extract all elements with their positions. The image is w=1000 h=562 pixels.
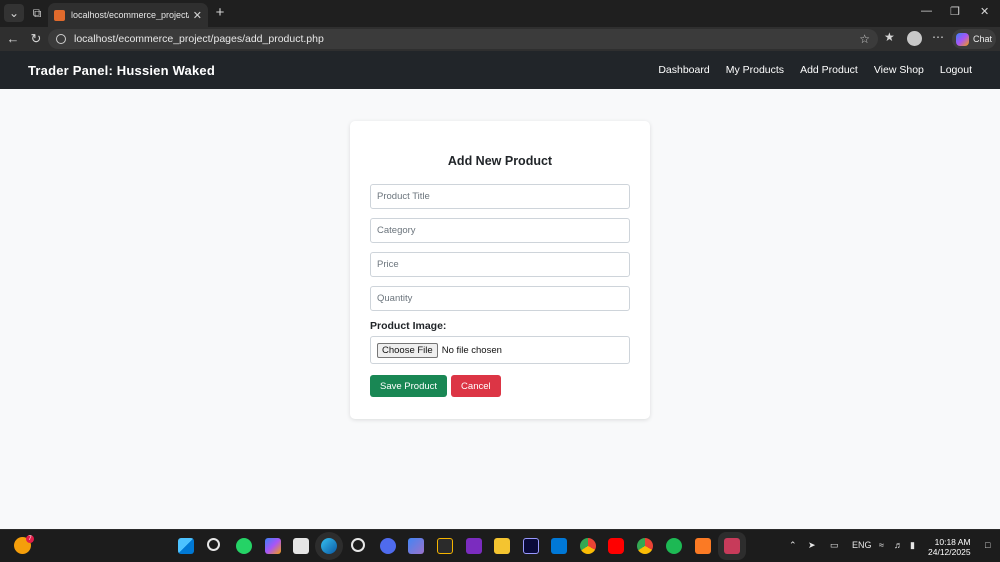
tab-close-icon[interactable]: ✕ (193, 9, 202, 22)
nav-links: Dashboard My Products Add Product View S… (658, 64, 972, 76)
add-product-card: Add New Product Product Image: Choose Fi… (350, 121, 650, 419)
no-file-text: No file chosen (441, 344, 502, 356)
location-icon[interactable]: ➤ (808, 540, 816, 551)
store-icon[interactable] (293, 538, 309, 554)
site-info-icon[interactable] (56, 34, 66, 44)
save-product-button[interactable]: Save Product (370, 375, 448, 397)
tab-actions-menu-icon[interactable]: ⌄ (4, 4, 24, 22)
chrome-icon[interactable] (580, 538, 596, 554)
deepseek-icon[interactable] (380, 538, 396, 554)
product-image-label: Product Image: (370, 320, 447, 332)
app-icon[interactable] (724, 538, 740, 554)
browser-tab-strip: ⌄ ⧉ localhost/ecommerce_project/pag ✕ + … (0, 0, 1000, 27)
more-options-icon[interactable]: ⋯ (932, 30, 944, 44)
tray-overflow-icon[interactable]: ⌃ (789, 540, 797, 551)
profile-avatar[interactable] (907, 31, 922, 46)
form-actions: Save Product Cancel (370, 375, 630, 397)
workspaces-icon[interactable]: ⧉ (27, 4, 47, 22)
back-icon[interactable]: ← (4, 30, 22, 48)
tab-title: localhost/ecommerce_project/pag (71, 10, 189, 20)
vscode-icon[interactable] (551, 538, 567, 554)
site-navbar: Trader Panel: Hussien Waked Dashboard My… (0, 51, 1000, 89)
weather-badge: 7 (26, 535, 34, 543)
copilot-chat-button[interactable]: Chat (952, 29, 996, 49)
clock-time: 10:18 AM (934, 537, 971, 547)
edge-icon[interactable] (321, 538, 337, 554)
category-input[interactable] (370, 218, 630, 243)
clock[interactable]: 10:18 AM 24/12/2025 (928, 537, 971, 557)
taskbar: 7 ⌃ ➤ ▭ ENG ≈ ♬ ▮ 10:18 AM 24/12/2025 □ (0, 529, 1000, 562)
file-explorer-icon[interactable] (494, 538, 510, 554)
choose-file-button[interactable]: Choose File (377, 342, 438, 358)
gemini-icon[interactable] (408, 538, 424, 554)
copilot-app-icon[interactable] (265, 538, 281, 554)
form-title: Add New Product (447, 154, 553, 168)
copilot-icon (956, 32, 969, 46)
tab-favicon-icon (54, 9, 65, 21)
minimize-icon[interactable]: — (921, 5, 932, 17)
favorite-star-icon[interactable]: ☆ (859, 32, 870, 46)
language-indicator[interactable]: ENG (852, 540, 872, 550)
premiere-pro-icon[interactable] (523, 538, 539, 554)
chrome-profile-icon[interactable] (637, 538, 653, 554)
new-tab-icon[interactable]: + (212, 4, 228, 22)
nav-logout[interactable]: Logout (940, 64, 972, 76)
search-icon[interactable] (207, 538, 220, 551)
browser-toolbar: ← ↻ localhost/ecommerce_project/pages/ad… (0, 27, 1000, 51)
file-input[interactable]: Choose File No file chosen (370, 336, 630, 364)
spotify-icon[interactable] (666, 538, 682, 554)
url-text[interactable]: localhost/ecommerce_project/pages/add_pr… (74, 33, 859, 45)
nav-view-shop[interactable]: View Shop (874, 64, 924, 76)
notifications-icon[interactable]: □ (985, 540, 990, 550)
whatsapp-icon[interactable] (236, 538, 252, 554)
refresh-icon[interactable]: ↻ (27, 30, 45, 48)
display-icon[interactable]: ▭ (830, 540, 839, 551)
start-icon[interactable] (178, 538, 194, 554)
xampp-icon[interactable] (695, 538, 711, 554)
close-window-icon[interactable]: ✕ (980, 5, 989, 18)
brand-title[interactable]: Trader Panel: Hussien Waked (28, 63, 215, 78)
price-input[interactable] (370, 252, 630, 277)
page-viewport: Trader Panel: Hussien Waked Dashboard My… (0, 51, 1000, 529)
address-bar[interactable]: localhost/ecommerce_project/pages/add_pr… (48, 29, 878, 49)
youtube-icon[interactable] (608, 538, 624, 554)
clock-date: 24/12/2025 (928, 547, 971, 557)
nav-my-products[interactable]: My Products (726, 64, 784, 76)
nav-dashboard[interactable]: Dashboard (658, 64, 709, 76)
favorites-icon[interactable]: ★ (884, 30, 895, 44)
chatgpt-icon[interactable] (351, 538, 365, 552)
maximize-icon[interactable]: ❐ (950, 5, 960, 18)
nav-add-product[interactable]: Add Product (800, 64, 858, 76)
volume-icon[interactable]: ♬ (894, 540, 903, 550)
snipping-tool-icon[interactable] (437, 538, 453, 554)
quantity-input[interactable] (370, 286, 630, 311)
browser-tab[interactable]: localhost/ecommerce_project/pag ✕ (48, 3, 208, 27)
product-title-input[interactable] (370, 184, 630, 209)
wifi-icon[interactable]: ≈ (879, 540, 884, 550)
chat-label: Chat (973, 34, 993, 44)
cancel-button[interactable]: Cancel (451, 375, 501, 397)
battery-icon[interactable]: ▮ (910, 540, 915, 551)
visual-studio-icon[interactable] (466, 538, 482, 554)
